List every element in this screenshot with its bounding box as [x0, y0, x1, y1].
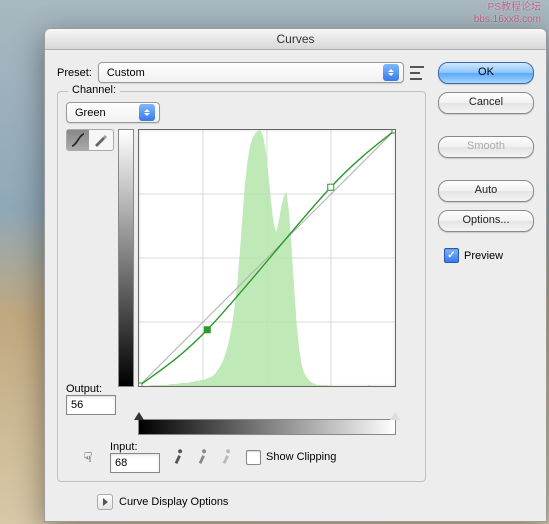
disclosure-label: Curve Display Options	[119, 496, 228, 508]
black-eyedropper-icon[interactable]	[167, 445, 190, 468]
options-button[interactable]: Options...	[438, 210, 534, 232]
auto-button[interactable]: Auto	[438, 180, 534, 202]
smooth-button[interactable]: Smooth	[438, 136, 534, 158]
channel-select[interactable]: Green	[66, 102, 160, 123]
channel-group: Channel: Green	[57, 91, 426, 482]
disclosure-triangle-icon	[97, 494, 113, 510]
select-arrows-icon	[383, 64, 399, 81]
show-clipping-checkbox[interactable]: Show Clipping	[246, 450, 336, 465]
select-arrows-icon	[139, 104, 155, 121]
curve-tool-toggle[interactable]	[66, 129, 114, 151]
checkbox-icon	[246, 450, 261, 465]
horizontal-gradient	[138, 419, 396, 435]
channel-value: Green	[75, 107, 106, 119]
dialog-title: Curves	[45, 29, 546, 50]
preset-value: Custom	[107, 67, 145, 79]
preset-select[interactable]: Custom	[98, 62, 404, 83]
curve-graph[interactable]	[138, 129, 396, 387]
input-input[interactable]	[110, 453, 160, 473]
gray-eyedropper-icon[interactable]	[191, 445, 214, 468]
watermark-top: PS教程论坛 bbs.16xx8.com	[474, 2, 541, 26]
cancel-button[interactable]: Cancel	[438, 92, 534, 114]
preview-checkbox[interactable]: Preview	[444, 248, 534, 263]
pencil-tool-icon[interactable]	[89, 130, 111, 150]
curve-display-disclosure[interactable]: Curve Display Options	[97, 494, 426, 510]
white-eyedropper-icon[interactable]	[215, 445, 238, 468]
ok-button[interactable]: OK	[438, 62, 534, 84]
output-label: Output:	[66, 383, 102, 395]
output-input[interactable]	[66, 395, 116, 415]
show-clipping-label: Show Clipping	[266, 451, 336, 463]
vertical-gradient	[118, 129, 134, 387]
curves-dialog: Curves Preset: Custom Channel: Green	[44, 28, 547, 522]
input-label: Input:	[110, 441, 138, 453]
white-point-slider[interactable]	[390, 412, 400, 420]
preset-label: Preset:	[57, 67, 92, 79]
black-point-slider[interactable]	[134, 412, 144, 420]
channel-label: Channel:	[68, 84, 120, 96]
preview-label: Preview	[464, 250, 503, 262]
curve-tool-icon[interactable]	[67, 130, 89, 150]
checkbox-checked-icon	[444, 248, 459, 263]
targeted-adjust-icon[interactable]: ☟	[76, 447, 100, 467]
preset-menu-icon[interactable]	[410, 66, 426, 80]
